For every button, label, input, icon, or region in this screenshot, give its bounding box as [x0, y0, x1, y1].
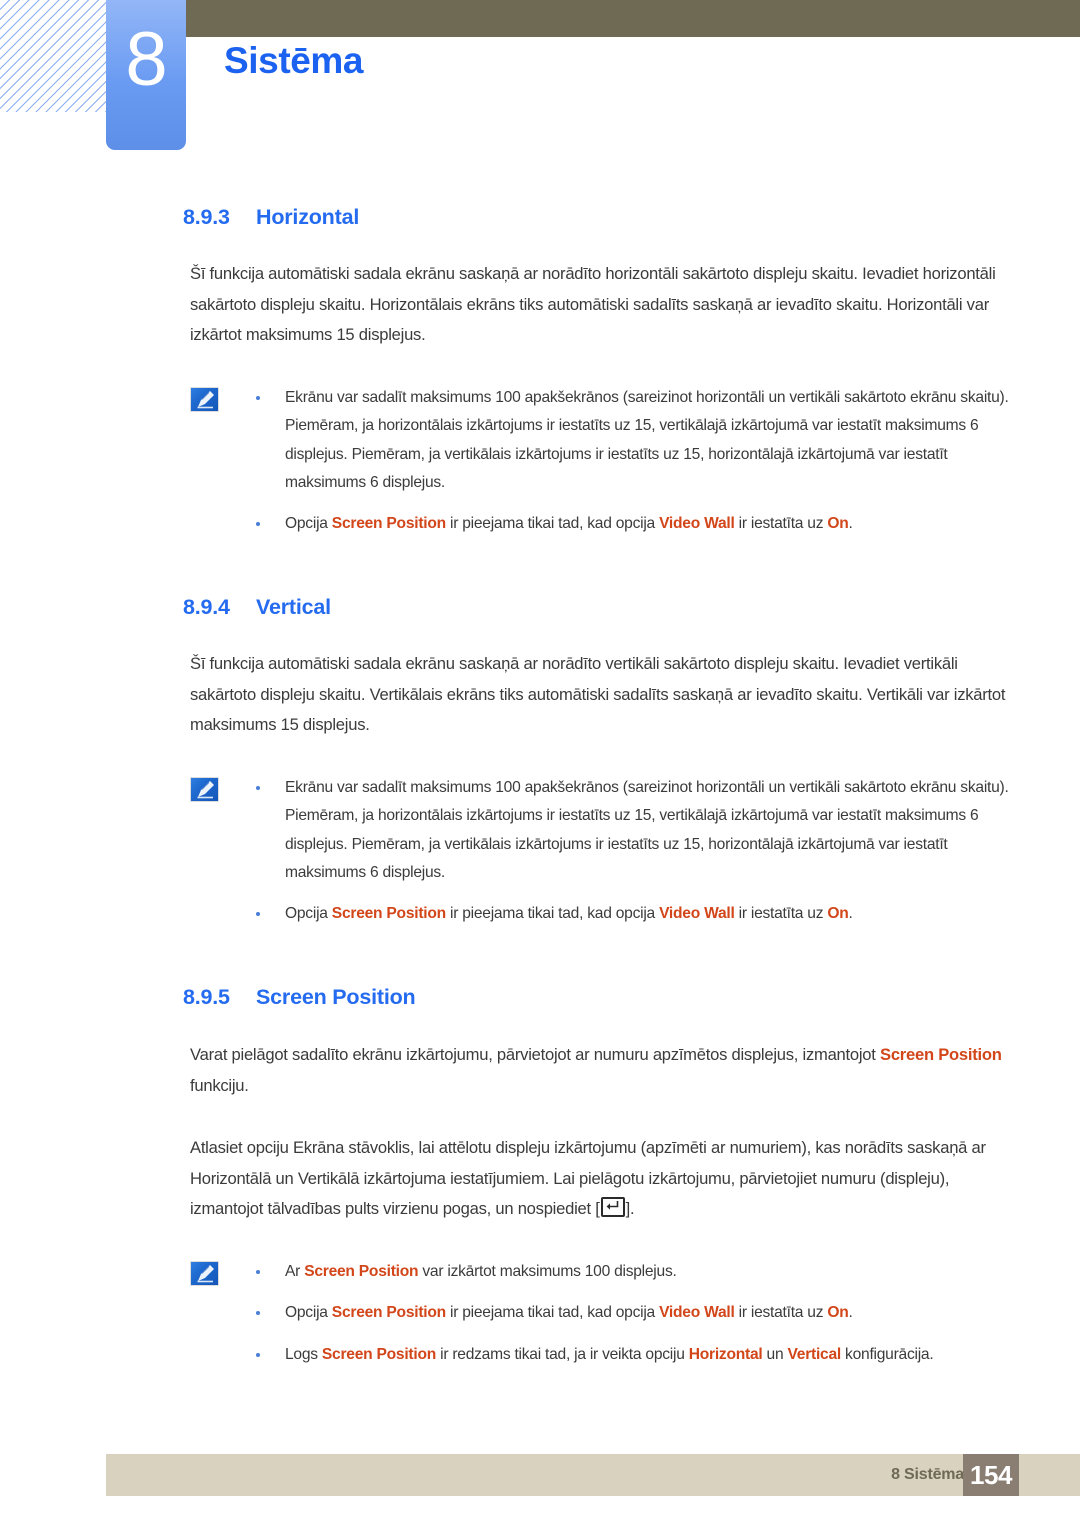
bullet-text-part: Opcija [285, 514, 332, 532]
note-block-vertical: Ekrānu var sadalīt maksimums 100 apakšek… [190, 774, 1012, 929]
list-item: Opcija Screen Position ir pieejama tikai… [190, 510, 1012, 539]
bullet-text-part: Logs [285, 1345, 322, 1363]
bullet-dot-icon [256, 395, 260, 400]
bullet-text-part: ir pieejama tikai tad, kad opcija [445, 514, 660, 532]
term-screen-position: Screen Position [321, 1345, 437, 1363]
term-screen-position: Screen Position [331, 514, 446, 532]
term-on: On [827, 1304, 849, 1321]
bullet-text-part: konfigurācija. [840, 1345, 934, 1363]
bullet-text-part: ir iestatīta uz [734, 904, 828, 922]
section-number: 8.9.5 [183, 985, 230, 1009]
paragraph-screen-position-1: Varat pielāgot sadalīto ekrānu izkārtoju… [190, 1040, 1010, 1101]
note-block-horizontal: Ekrānu var sadalīt maksimums 100 apakšek… [190, 384, 1012, 539]
term-horizontal: Horizontal [688, 1345, 763, 1363]
enter-key-icon [600, 1197, 625, 1217]
page-header: 8 Sistēma [0, 0, 1080, 170]
paragraph-part: funkciju. [190, 1075, 249, 1095]
bullet-text-part: Opcija [285, 904, 332, 922]
bullet-text: Ekrānu var sadalīt maksimums 100 apakšek… [285, 778, 1009, 882]
paragraph-part: ]. [625, 1199, 635, 1218]
section-heading-screen-position: 8.9.5 Screen Position [183, 985, 1080, 1010]
bullet-text-part: ir iestatīta uz [734, 1304, 828, 1321]
section-number: 8.9.3 [183, 205, 230, 229]
footer-chapter-label: 8 Sistēma [891, 1466, 964, 1483]
bullet-text-part: Ar [285, 1262, 305, 1280]
term-screen-position: Screen Position [880, 1045, 1002, 1064]
list-item: Opcija Screen Position ir pieejama tikai… [190, 900, 1012, 929]
section-title: Screen Position [256, 985, 416, 1009]
section-number: 8.9.4 [183, 595, 230, 619]
page-content: 8.9.3 Horizontal Šī funkcija automātiski… [0, 205, 1080, 1369]
section-title: Horizontal [256, 205, 360, 229]
list-item: Ar Screen Position var izkārtot maksimum… [190, 1258, 1020, 1287]
list-item: Ekrānu var sadalīt maksimums 100 apakšek… [190, 774, 1012, 888]
note-bullet-list: Ekrānu var sadalīt maksimums 100 apakšek… [190, 384, 1012, 539]
bullet-text-part: . [848, 514, 853, 532]
term-screen-position: Screen Position [331, 904, 446, 922]
paragraph-part: Atlasiet opciju Ekrāna stāvoklis, lai at… [190, 1138, 986, 1218]
bullet-text-part: Opcija [285, 1304, 332, 1321]
paragraph-screen-position-2: Atlasiet opciju Ekrāna stāvoklis, lai at… [190, 1133, 1005, 1225]
bullet-dot-icon [256, 521, 260, 526]
decorative-hatch-pattern [0, 0, 106, 112]
page-number: 154 [963, 1454, 1019, 1496]
bullet-text-part: ir redzams tikai tad, ja ir veikta opcij… [436, 1345, 689, 1363]
list-item: Ekrānu var sadalīt maksimums 100 apakšek… [190, 384, 1012, 498]
bullet-dot-icon [256, 911, 260, 916]
chapter-number-badge: 8 [106, 0, 186, 150]
term-vertical: Vertical [787, 1345, 841, 1363]
term-on: On [827, 514, 849, 532]
note-bullet-list: Ekrānu var sadalīt maksimums 100 apakšek… [190, 774, 1012, 929]
header-olive-bar [185, 0, 1080, 37]
list-item: Logs Screen Position ir redzams tikai ta… [190, 1341, 1020, 1370]
chapter-title: Sistēma [224, 40, 364, 81]
paragraph-vertical: Šī funkcija automātiski sadala ekrānu sa… [190, 654, 1006, 734]
term-video-wall: Video Wall [659, 514, 735, 532]
bullet-text-part: . [848, 1304, 853, 1321]
term-video-wall: Video Wall [659, 1304, 735, 1321]
section-heading-horizontal: 8.9.3 Horizontal [183, 205, 1080, 230]
bullet-text-part: ir iestatīta uz [734, 514, 828, 532]
bullet-dot-icon [256, 1311, 260, 1315]
bullet-dot-icon [256, 785, 260, 790]
term-on: On [827, 904, 849, 922]
page-footer: 8 Sistēma 154 [106, 1454, 1080, 1496]
term-video-wall: Video Wall [659, 904, 735, 922]
section-title: Vertical [256, 595, 331, 619]
bullet-text-part: ir pieejama tikai tad, kad opcija [445, 1304, 660, 1321]
bullet-text: Ekrānu var sadalīt maksimums 100 apakšek… [285, 388, 1009, 492]
term-screen-position: Screen Position [304, 1262, 419, 1280]
bullet-text-part: ir pieejama tikai tad, kad opcija [445, 904, 660, 922]
bullet-dot-icon [256, 1352, 260, 1357]
paragraph-horizontal: Šī funkcija automātiski sadala ekrānu sa… [190, 264, 996, 344]
note-bullet-list: Ar Screen Position var izkārtot maksimum… [190, 1258, 1020, 1370]
bullet-text-part: un [762, 1345, 788, 1363]
section-heading-vertical: 8.9.4 Vertical [183, 595, 1080, 620]
bullet-text-part: var izkārtot maksimums 100 displejus. [418, 1262, 677, 1280]
term-screen-position: Screen Position [331, 1304, 446, 1321]
bullet-text-part: . [848, 904, 853, 922]
list-item: Opcija Screen Position ir pieejama tikai… [190, 1299, 1020, 1328]
bullet-dot-icon [256, 1269, 260, 1274]
note-block-screen-position: Ar Screen Position var izkārtot maksimum… [190, 1258, 1020, 1370]
paragraph-part: Varat pielāgot sadalīto ekrānu izkārtoju… [190, 1045, 881, 1064]
